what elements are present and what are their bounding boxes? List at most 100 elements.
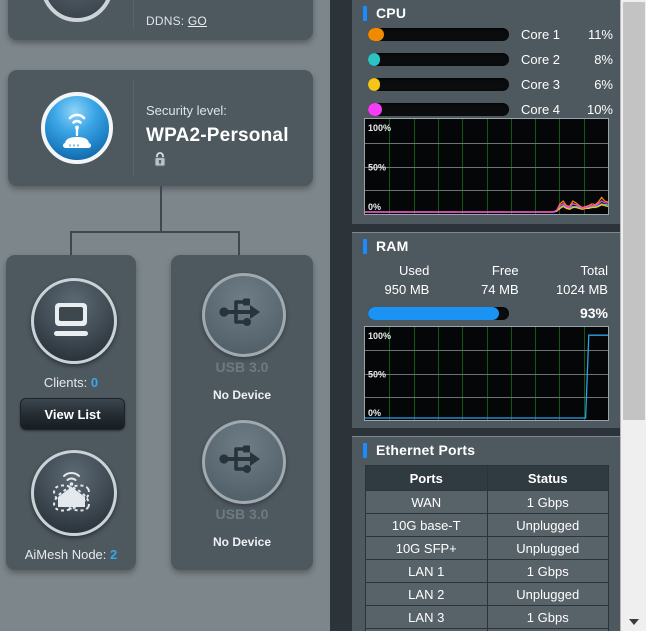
table-row: 10G base-T Unplugged [365,513,609,537]
clients-label-text: Clients: [43,375,88,390]
aimesh-node-label: AiMesh Node: 2 [6,547,136,562]
clients-count: 0 [90,375,99,390]
cpu-core-row: Core 3 6% [352,76,620,93]
svg-text:100%: 100% [368,331,391,341]
ram-stat-header: Free [491,263,519,278]
cpu-title: CPU [376,5,407,21]
ethernet-ports-panel: Ethernet Ports Ports Status WAN 1 Gbps 10G … [352,436,620,631]
monitor-icon[interactable] [31,278,117,364]
column-divider [330,0,352,631]
map-connector-line [70,231,240,233]
network-map-area: DDNS: GO Security level: WPA2-Personal C… [0,0,330,631]
cpu-core-bar [368,28,509,41]
accent-bar-icon [363,442,367,458]
map-connector-line [160,186,162,232]
security-level-value: WPA2-Personal [146,125,289,146]
usb-icon[interactable] [202,420,286,504]
ethernet-port-name: WAN [365,490,488,514]
ddns-go-link[interactable]: GO [188,14,207,28]
security-text-block: Security level: WPA2-Personal [146,101,313,176]
table-header-row: Ports Status [365,465,609,491]
aimesh-node-count: 2 [110,547,118,562]
usb-port-title: USB 3.0 [215,359,269,375]
ram-panel-header: RAM [352,233,620,259]
cpu-core-row: Core 1 11% [352,26,620,43]
table-body: WAN 1 Gbps 10G base-T Unplugged 10G SFP+ Unpl… [365,490,609,631]
ram-stat-column: Used 950 MB [352,261,441,299]
ethernet-port-name: 10G base-T [365,513,488,537]
ethernet-port-name: LAN 1 [365,559,488,583]
ram-stat-value: 950 MB [384,282,430,297]
ethernet-title: Ethernet Ports [376,442,476,458]
table-row: LAN 11 Gbps [365,559,609,583]
cpu-core-row: Core 2 8% [352,51,620,68]
ram-usage-bar-fill [368,306,500,320]
aimesh-label-text: AiMesh Node: [24,547,107,562]
ram-usage-row: 93% [352,305,620,321]
ram-title: RAM [376,238,409,254]
cpu-core-percent: 11% [587,27,613,42]
table-row: WAN 1 Gbps [365,490,609,514]
usb-port-status: No Device [212,388,272,402]
cpu-core-row: Core 4 10% [352,101,620,118]
ram-usage-bar [368,306,509,320]
cpu-core-percent: 8% [594,52,613,67]
ram-columns: Used 950 MB Free 74 MB Total 1024 MB [352,261,620,299]
ethernet-port-status: Unplugged [486,536,609,560]
usb-icon[interactable] [202,273,286,357]
clients-card: Clients: 0 View List AiMesh Node: 2 [6,255,136,570]
security-level-label: Security level: [146,103,227,118]
ethernet-port-status: 1 Gbps [486,605,609,629]
cpu-core-percent: 6% [594,77,613,92]
scrollbar-thumb[interactable] [623,2,645,420]
ram-stat-header: Total [580,263,608,278]
ram-stat-column: Free 74 MB [441,261,530,299]
cpu-usage-graph: 100% 50% 0% [364,118,609,215]
view-list-button[interactable]: View List [20,398,125,430]
cpu-panel-header: CPU [352,0,620,26]
router-status-card: DDNS: GO [8,0,313,40]
table-row: LAN 2 Unplugged [365,582,609,606]
aimesh-node-icon[interactable] [31,450,117,536]
map-connector-line [238,231,240,256]
ethernet-port-status: Unplugged [486,513,609,537]
ethernet-ports-table: Ports Status WAN 1 Gbps 10G base-T Unplugged… [365,465,609,631]
cpu-core-bar-fill [368,28,384,41]
cpu-core-bar-fill [368,103,383,116]
ddns-row: DDNS: GO [146,14,207,28]
table-row: 10G SFP+ Unplugged [365,536,609,560]
usb-port-status: No Device [212,535,272,549]
table-row: LAN 31 Gbps [365,605,609,629]
map-connector-line [70,231,72,256]
scroll-down-button[interactable] [621,613,646,631]
cpu-core-name: Core 4 [521,102,561,117]
svg-text:0%: 0% [368,408,381,418]
ram-stat-value: 1024 MB [555,282,608,297]
lock-icon [153,149,167,175]
svg-text:0%: 0% [368,202,381,212]
ram-stat-column: Total 1024 MB [531,261,620,299]
router-icon [39,0,115,24]
cpu-core-bar-fill [368,78,380,91]
ethernet-port-status: 1 Gbps [486,490,609,514]
usb-port-title: USB 3.0 [215,506,269,522]
svg-text:100%: 100% [368,123,391,133]
ram-panel: RAM Used 950 MB Free 74 MB Total 1024 MB 93% … [352,232,620,428]
cpu-core-percent: 10% [586,102,613,117]
security-level-card[interactable]: Security level: WPA2-Personal [8,70,313,186]
accent-bar-icon [363,5,367,21]
cpu-core-bar [368,103,509,116]
cpu-core-name: Core 1 [521,27,561,42]
page-scrollbar[interactable] [620,0,646,631]
ethernet-port-name: LAN 2 [365,582,488,606]
accent-bar-icon [363,238,367,254]
system-status-column: CPU Core 1 11% Core 2 8% Core 3 6% Core 4 10% 1… [352,0,620,631]
ram-stat-value: 74 MB [481,282,519,297]
usb-ports-card: USB 3.0 No Device USB 3.0 No Device [171,255,313,570]
table-column-header: Ports [365,465,488,491]
ram-usage-graph: 100% 50% 0% [364,326,609,421]
chevron-down-icon [629,619,639,625]
ethernet-port-name: LAN 3 [365,605,488,629]
svg-text:50%: 50% [368,370,386,380]
ethernet-panel-header: Ethernet Ports [352,437,620,463]
